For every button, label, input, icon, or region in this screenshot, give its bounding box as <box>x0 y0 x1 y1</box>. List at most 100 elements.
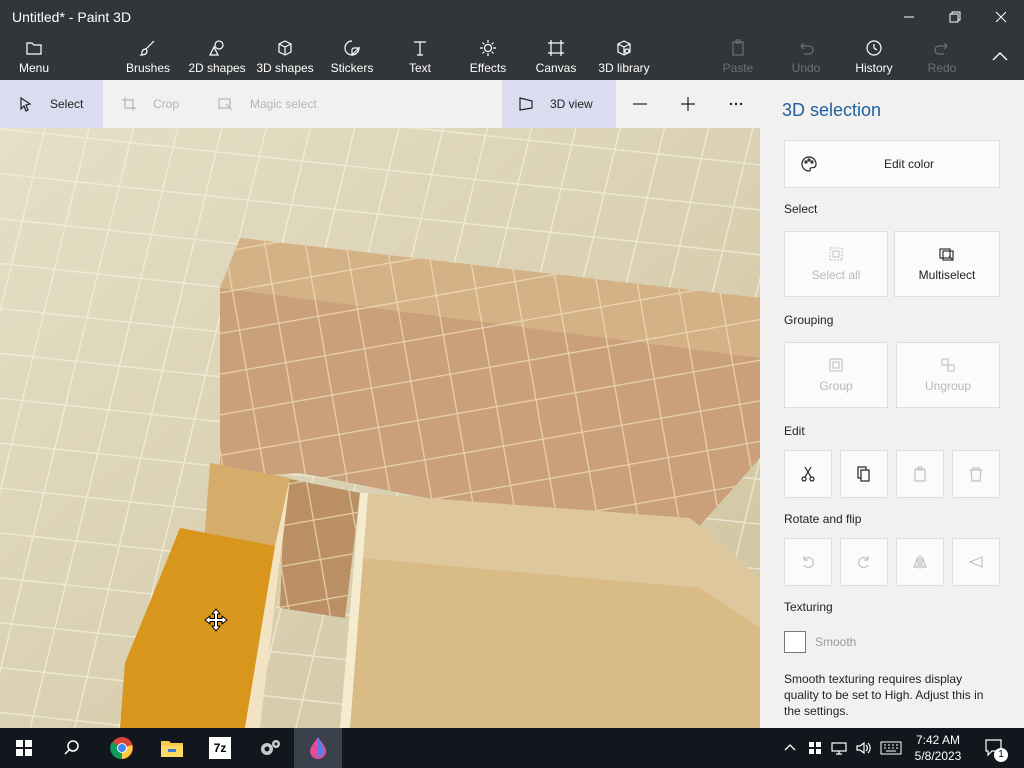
text-icon <box>414 41 426 56</box>
keyboard-tray-icon[interactable] <box>878 728 904 768</box>
rotate-flip-heading: Rotate and flip <box>784 512 862 526</box>
undo-icon <box>800 42 814 55</box>
multiselect-button[interactable]: Multiselect <box>894 231 1000 297</box>
clock-time: 7:42 AM <box>915 733 961 747</box>
select-heading: Select <box>784 202 818 216</box>
3d-shapes-button[interactable]: 3D shapes <box>254 34 316 80</box>
folder-icon <box>26 42 42 55</box>
ungroup-button[interactable]: Ungroup <box>896 342 1000 408</box>
search-icon <box>64 740 79 755</box>
minimize-icon <box>904 16 914 18</box>
rotate-left-button[interactable] <box>784 538 832 586</box>
start-button[interactable] <box>0 728 48 768</box>
edit-color-button[interactable]: Edit color <box>784 140 1000 188</box>
notifications-button[interactable]: 1 <box>980 728 1010 768</box>
plus-icon <box>681 97 695 111</box>
2d-shapes-button[interactable]: 2D shapes <box>186 34 248 80</box>
paste-icon <box>914 466 926 482</box>
security-tray-icon[interactable] <box>804 728 826 768</box>
more-icon <box>729 102 743 106</box>
zoom-in-button[interactable] <box>672 80 704 128</box>
7zip-taskbar-button[interactable]: 7z <box>196 728 244 768</box>
delete-button[interactable] <box>952 450 1000 498</box>
panel-title: 3D selection <box>782 100 882 120</box>
paint3d-icon <box>310 737 326 759</box>
paint3d-taskbar-button[interactable] <box>294 728 342 768</box>
cut-button[interactable] <box>784 450 832 498</box>
history-button[interactable]: History <box>848 34 900 80</box>
select-tool-button[interactable]: Select <box>0 80 103 128</box>
minimize-button[interactable] <box>886 0 932 34</box>
title-bar: Untitled* - Paint 3D <box>0 0 1024 34</box>
brushes-button[interactable]: Brushes <box>120 34 176 80</box>
history-icon <box>866 40 882 56</box>
shield-icon <box>809 742 821 754</box>
ribbon: Menu Brushes 2D shapes 3D shapes Sticker… <box>0 34 1024 80</box>
texturing-heading: Texturing <box>784 600 833 614</box>
gears-icon <box>261 740 280 755</box>
chrome-icon <box>110 737 133 760</box>
paste-button[interactable]: Paste <box>716 34 760 80</box>
scissors-icon <box>801 466 815 482</box>
flip-horizontal-button[interactable] <box>896 538 944 586</box>
text-button[interactable]: Text <box>396 34 444 80</box>
crop-icon <box>122 97 136 111</box>
tool-bar: Select Crop Magic select 3D view <box>0 80 760 128</box>
restore-icon <box>949 11 961 23</box>
clock-date: 5/8/2023 <box>914 749 962 763</box>
smooth-checkbox[interactable] <box>784 631 806 653</box>
brush-icon <box>139 40 155 56</box>
tray-overflow-button[interactable] <box>780 728 800 768</box>
speaker-icon <box>856 741 871 755</box>
effects-button[interactable]: Effects <box>464 34 512 80</box>
zoom-out-button[interactable] <box>624 80 656 128</box>
crop-tool-button[interactable]: Crop <box>103 80 193 128</box>
close-button[interactable] <box>978 0 1024 34</box>
volume-tray-icon[interactable] <box>852 728 874 768</box>
flip-vertical-icon <box>968 556 983 568</box>
chevron-up-icon <box>784 744 796 751</box>
magic-select-button[interactable]: Magic select <box>200 80 340 128</box>
search-button[interactable] <box>48 728 96 768</box>
canvas-icon <box>548 40 564 56</box>
3d-library-icon <box>617 40 631 56</box>
taskbar: 7z 7:42 AM 5/8/2023 1 <box>0 728 1024 768</box>
undo-button[interactable]: Undo <box>784 34 828 80</box>
effects-icon <box>480 40 496 56</box>
chrome-taskbar-button[interactable] <box>98 728 146 768</box>
smooth-label: Smooth <box>815 635 857 649</box>
menu-button[interactable]: Menu <box>10 34 58 80</box>
windows-icon <box>16 740 32 756</box>
chevron-up-icon <box>992 52 1008 61</box>
file-explorer-taskbar-button[interactable] <box>148 728 196 768</box>
file-explorer-icon <box>161 741 183 757</box>
collapse-ribbon-button[interactable] <box>984 34 1016 80</box>
select-all-button[interactable]: Select all <box>784 231 888 297</box>
network-tray-icon[interactable] <box>828 728 850 768</box>
minus-icon <box>633 103 647 105</box>
close-icon <box>995 11 1007 23</box>
rotate-right-icon <box>858 556 869 569</box>
3d-library-button[interactable]: 3D library <box>594 34 654 80</box>
trash-icon <box>970 467 982 482</box>
stickers-icon <box>344 40 360 56</box>
paste-selection-button[interactable] <box>896 450 944 498</box>
stickers-button[interactable]: Stickers <box>326 34 378 80</box>
more-options-button[interactable] <box>720 80 752 128</box>
redo-button[interactable]: Redo <box>920 34 964 80</box>
rotate-right-button[interactable] <box>840 538 888 586</box>
canvas-button[interactable]: Canvas <box>532 34 580 80</box>
3d-canvas[interactable] <box>0 128 760 728</box>
7zip-icon: 7z <box>209 737 231 759</box>
3d-shapes-icon <box>278 40 292 56</box>
group-icon <box>829 358 843 372</box>
3d-selection-panel: 3D selection Edit color Select Select al… <box>760 80 1024 728</box>
settings-taskbar-button[interactable] <box>246 728 294 768</box>
group-button[interactable]: Group <box>784 342 888 408</box>
3d-view-button[interactable]: 3D view <box>502 80 616 128</box>
copy-button[interactable] <box>840 450 888 498</box>
select-all-icon <box>829 247 843 261</box>
restore-button[interactable] <box>932 0 978 34</box>
clock[interactable]: 7:42 AM 5/8/2023 <box>908 732 968 764</box>
flip-vertical-button[interactable] <box>952 538 1000 586</box>
